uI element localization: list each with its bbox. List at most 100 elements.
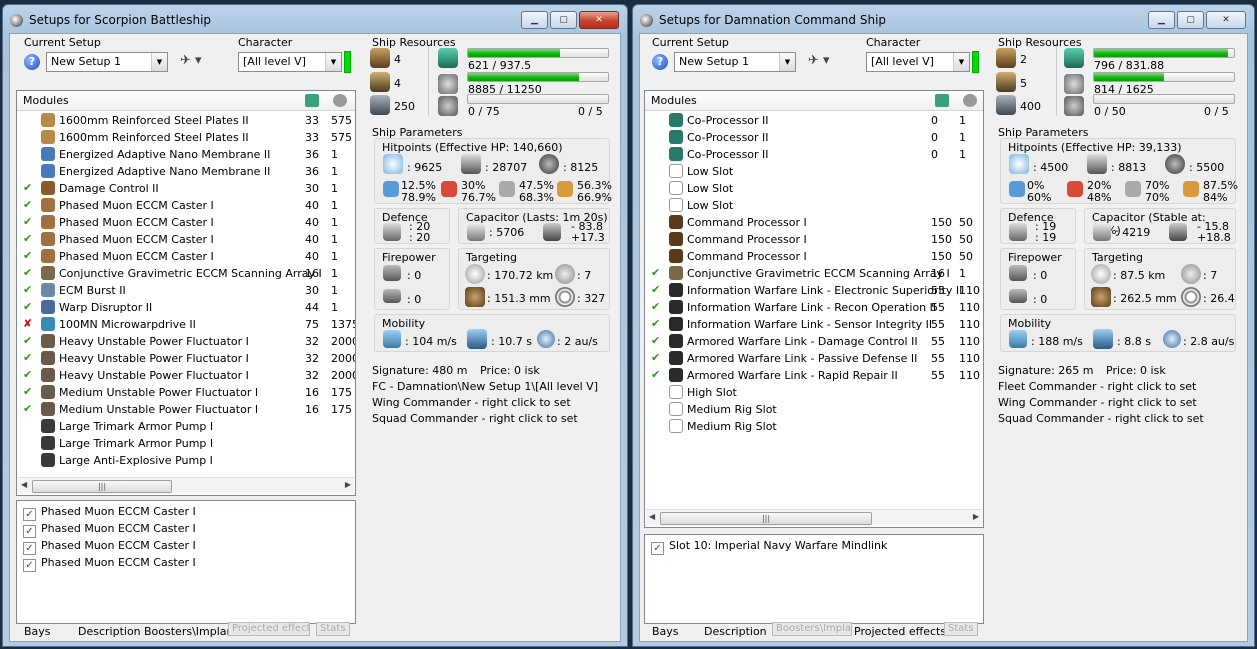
tools-dropdown-icon[interactable]: ✈ ▾ — [808, 53, 830, 68]
title-bar[interactable]: Setups for Damnation Command Ship ▁ ▢ ✕ — [633, 5, 1254, 35]
module-state-icon[interactable]: ✔ — [23, 181, 35, 194]
tab-projected-effects[interactable]: Projected effects — [228, 622, 310, 636]
module-state-icon[interactable]: ✔ — [23, 368, 35, 381]
module-row[interactable]: ✔ Medium Unstable Power Fluctuator I 16 175 — [17, 384, 355, 401]
module-row[interactable]: ✔ Damage Control II 30 1 — [17, 180, 355, 197]
module-state-icon[interactable]: ✔ — [651, 334, 663, 347]
fleet-commander[interactable]: FC - Damnation\New Setup 1\[All level V] — [372, 380, 598, 393]
module-row[interactable]: 1600mm Reinforced Steel Plates II 33 575 — [17, 112, 355, 129]
close-button[interactable]: ✕ — [1206, 11, 1246, 29]
modules-list[interactable]: Modules 1600mm Reinforced Steel Plates I… — [16, 90, 356, 496]
character-select[interactable]: [All level V] ▼ — [866, 52, 970, 72]
squad-commander[interactable]: Squad Commander - right click to set — [998, 412, 1204, 425]
fleet-commander[interactable]: Fleet Commander - right click to set — [998, 380, 1196, 393]
scroll-left-icon[interactable]: ◀ — [21, 480, 27, 489]
module-row[interactable]: ✔ Phased Muon ECCM Caster I 40 1 — [17, 197, 355, 214]
cpu-column-icon[interactable] — [305, 94, 319, 107]
module-row[interactable]: Low Slot — [645, 163, 983, 180]
horizontal-scrollbar[interactable]: ◀ ||| ▶ — [646, 509, 982, 526]
module-row[interactable]: Command Processor I 150 50 — [645, 248, 983, 265]
module-state-icon[interactable]: ✔ — [651, 283, 663, 296]
module-row[interactable]: High Slot — [645, 384, 983, 401]
effects-list[interactable]: ✓ Phased Muon ECCM Caster I ✓ Phased Muon E… — [16, 500, 356, 624]
module-state-icon[interactable]: ✔ — [23, 300, 35, 313]
module-state-icon[interactable]: ✔ — [651, 300, 663, 313]
effects-list[interactable]: ✓ Slot 10: Imperial Navy Warfare Mindlink — [644, 534, 984, 624]
close-button[interactable]: ✕ — [579, 11, 619, 29]
module-row[interactable]: ✔ Armored Warfare Link - Damage Control I… — [645, 333, 983, 350]
module-row[interactable]: ✔ Phased Muon ECCM Caster I 40 1 — [17, 248, 355, 265]
module-state-icon[interactable]: ✔ — [651, 266, 663, 279]
effect-item[interactable]: ✓ Phased Muon ECCM Caster I — [23, 522, 196, 539]
module-row[interactable]: ✔ Phased Muon ECCM Caster I 40 1 — [17, 214, 355, 231]
module-row[interactable]: ✔ Phased Muon ECCM Caster I 40 1 — [17, 231, 355, 248]
wing-commander[interactable]: Wing Commander - right click to set — [998, 396, 1197, 409]
maximize-button[interactable]: ▢ — [550, 11, 577, 29]
help-icon[interactable]: ? — [24, 54, 40, 70]
module-state-icon[interactable]: ✔ — [23, 385, 35, 398]
module-row[interactable]: 1600mm Reinforced Steel Plates II 33 575 — [17, 129, 355, 146]
minimize-button[interactable]: ▁ — [1148, 11, 1175, 29]
module-state-icon[interactable]: ✔ — [23, 266, 35, 279]
effect-checkbox[interactable]: ✓ — [23, 508, 36, 521]
module-row[interactable]: Low Slot — [645, 180, 983, 197]
tab-boosters-implants[interactable]: Boosters\Implants — [772, 622, 852, 636]
modules-column-header[interactable]: Modules — [23, 94, 69, 107]
module-row[interactable]: Co-Processor II 0 1 — [645, 146, 983, 163]
module-row[interactable]: Energized Adaptive Nano Membrane II 36 1 — [17, 146, 355, 163]
module-row[interactable]: ✔ Warp Disruptor II 44 1 — [17, 299, 355, 316]
module-row[interactable]: Co-Processor II 0 1 — [645, 129, 983, 146]
help-icon[interactable]: ? — [652, 54, 668, 70]
module-state-icon[interactable]: ✔ — [23, 351, 35, 364]
module-state-icon[interactable]: ✔ — [23, 215, 35, 228]
module-state-icon[interactable]: ✔ — [651, 351, 663, 364]
module-row[interactable]: ✘ 100MN Microwarpdrive II 75 1375 — [17, 316, 355, 333]
effect-item[interactable]: ✓ Slot 10: Imperial Navy Warfare Mindlink — [651, 539, 887, 556]
scroll-right-icon[interactable]: ▶ — [973, 512, 979, 521]
module-state-icon[interactable]: ✔ — [23, 249, 35, 262]
title-bar[interactable]: Setups for Scorpion Battleship ▁ ▢ ✕ — [3, 5, 627, 35]
scrollbar-thumb[interactable]: ||| — [32, 480, 172, 493]
effect-checkbox[interactable]: ✓ — [23, 525, 36, 538]
module-state-icon[interactable]: ✔ — [23, 232, 35, 245]
powergrid-column-icon[interactable] — [963, 94, 977, 107]
module-row[interactable]: ✔ Information Warfare Link - Recon Operat… — [645, 299, 983, 316]
current-setup-select[interactable]: New Setup 1 ▼ — [674, 52, 796, 72]
current-setup-select[interactable]: New Setup 1 ▼ — [46, 52, 168, 72]
module-row[interactable]: Energized Adaptive Nano Membrane II 36 1 — [17, 163, 355, 180]
module-row[interactable]: ✔ Conjunctive Gravimetric ECCM Scanning A… — [645, 265, 983, 282]
squad-commander[interactable]: Squad Commander - right click to set — [372, 412, 578, 425]
module-row[interactable]: ✔ Medium Unstable Power Fluctuator I 16 175 — [17, 401, 355, 418]
cpu-column-icon[interactable] — [935, 94, 949, 107]
module-row[interactable]: ✔ Heavy Unstable Power Fluctuator I 32 2000 — [17, 333, 355, 350]
scroll-left-icon[interactable]: ◀ — [649, 512, 655, 521]
character-select[interactable]: [All level V] ▼ — [238, 52, 342, 72]
effect-item[interactable]: ✓ Phased Muon ECCM Caster I — [23, 539, 196, 556]
module-state-icon[interactable]: ✔ — [23, 334, 35, 347]
effect-checkbox[interactable]: ✓ — [651, 542, 664, 555]
module-row[interactable]: Large Trimark Armor Pump I — [17, 418, 355, 435]
effect-checkbox[interactable]: ✓ — [23, 542, 36, 555]
tab-projected-effects[interactable]: Projected effects — [854, 625, 946, 638]
module-row[interactable]: Co-Processor II 0 1 — [645, 112, 983, 129]
module-row[interactable]: ✔ Information Warfare Link - Sensor Integ… — [645, 316, 983, 333]
horizontal-scrollbar[interactable]: ◀ ||| ▶ — [18, 477, 354, 494]
module-row[interactable]: ✔ Heavy Unstable Power Fluctuator I 32 2000 — [17, 367, 355, 384]
tab-bays[interactable]: Bays — [652, 625, 679, 638]
module-row[interactable]: Large Anti-Explosive Pump I — [17, 452, 355, 469]
wing-commander[interactable]: Wing Commander - right click to set — [372, 396, 571, 409]
module-state-icon[interactable]: ✔ — [23, 402, 35, 415]
tab-description[interactable]: Description — [78, 625, 141, 638]
tab-description[interactable]: Description — [704, 625, 767, 638]
maximize-button[interactable]: ▢ — [1177, 11, 1204, 29]
tab-stats[interactable]: Stats — [316, 622, 350, 636]
scroll-right-icon[interactable]: ▶ — [345, 480, 351, 489]
tools-dropdown-icon[interactable]: ✈ ▾ — [180, 53, 202, 68]
tab-stats[interactable]: Stats — [944, 622, 978, 636]
module-state-icon[interactable]: ✔ — [651, 317, 663, 330]
effect-item[interactable]: ✓ Phased Muon ECCM Caster I — [23, 505, 196, 522]
module-state-icon[interactable]: ✘ — [23, 317, 35, 330]
module-row[interactable]: ✔ Conjunctive Gravimetric ECCM Scanning A… — [17, 265, 355, 282]
module-row[interactable]: ✔ Information Warfare Link - Electronic S… — [645, 282, 983, 299]
module-state-icon[interactable]: ✔ — [651, 368, 663, 381]
